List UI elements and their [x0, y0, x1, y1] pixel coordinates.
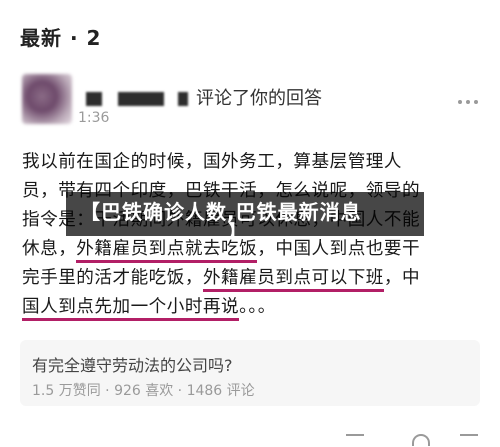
overlay-title[interactable]: 【巴铁确诊人数,巴铁最新消息: [80, 196, 362, 225]
answer-text: 休息，: [22, 239, 77, 259]
answer-text: ，中国人到点也要干: [257, 239, 421, 259]
status-bar: [0, 0, 500, 12]
comment-action-text: 评论了你的回答: [196, 88, 322, 109]
quoted-stats: 1.5 万赞同 · 926 喜欢 · 1486 评论: [32, 383, 255, 399]
answer-line: 休息，外籍雇员到点就去吃饭，中国人到点也要干: [22, 235, 482, 264]
comment-time: 1:36: [78, 110, 110, 126]
answer-line: 我以前在国企的时候，国外务工，算基层管理人: [22, 148, 482, 177]
section-title: 最新 · 2: [20, 26, 102, 50]
blurred-username-1: [86, 92, 102, 106]
answer-text: 。。。: [239, 297, 276, 317]
overlay-title-suffix: 】: [228, 222, 246, 243]
answer-highlight: 外籍雇员到点可以下班: [202, 268, 384, 292]
share-icon[interactable]: [460, 434, 478, 446]
like-icon[interactable]: [346, 434, 364, 446]
answer-text: ，中: [383, 268, 421, 288]
blurred-username-3: [178, 92, 188, 106]
answer-highlight: 国人到点先加一个小时再说: [22, 297, 240, 321]
answer-text: 我以前在国企的时候，国外务工，算基层管理人: [22, 152, 402, 172]
avatar[interactable]: [22, 74, 72, 124]
answer-line: 完手里的活才能吃饭，外籍雇员到点可以下班，中: [22, 264, 482, 293]
more-options-icon[interactable]: [458, 100, 478, 106]
answer-text: 完手里的活才能吃饭，: [22, 268, 203, 288]
quoted-question[interactable]: 有完全遵守劳动法的公司吗?: [32, 352, 233, 376]
blurred-username-2: [118, 92, 164, 106]
answer-line: 国人到点先加一个小时再说。。。: [22, 293, 482, 322]
comment-icon[interactable]: [412, 434, 430, 446]
